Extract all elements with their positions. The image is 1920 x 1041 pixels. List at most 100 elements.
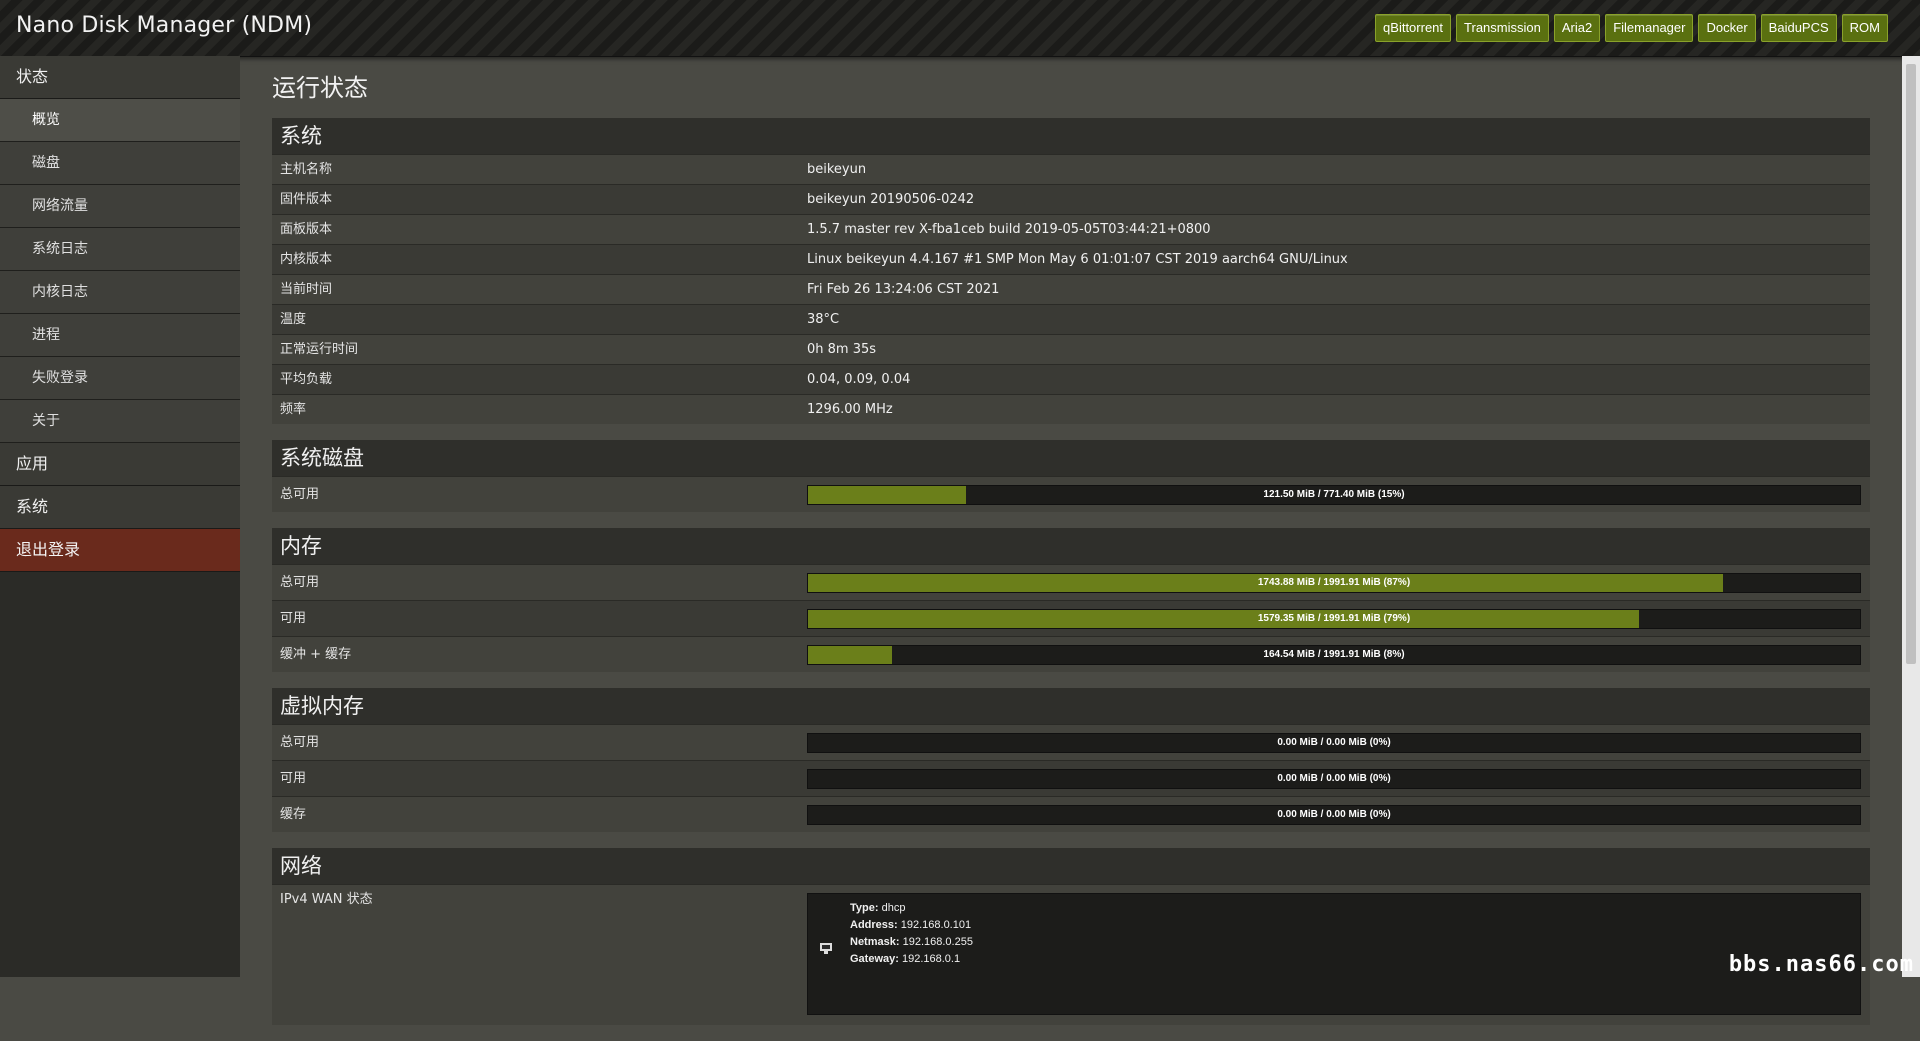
baidupcs-button[interactable]: BaiduPCS [1760,14,1837,42]
wan-type-value: dhcp [881,902,906,914]
frequency-label: 频率 [280,402,307,417]
docker-button[interactable]: Docker [1698,14,1756,42]
section-title: 内存 [272,528,1870,564]
mem-total-bar: 1743.88 MiB / 1991.91 MiB (87%) [807,573,1861,593]
filemanager-button[interactable]: Filemanager [1605,14,1694,42]
wan-status-label: IPv4 WAN 状态 [280,892,373,907]
watermark: bbs.nas66.com [1728,952,1914,977]
frequency-value: 1296.00 MHz [807,402,893,417]
hostname-value: beikeyun [807,162,867,177]
page-title: 运行状态 [272,74,368,102]
table-row: 可用 0.00 MiB / 0.00 MiB (0%) [272,760,1870,796]
table-row: 总可用 0.00 MiB / 0.00 MiB (0%) [272,724,1870,760]
mem-cache-label: 缓冲 + 缓存 [280,647,352,662]
uptime-label: 正常运行时间 [280,342,359,357]
sidebar-item-processes[interactable]: 进程 [0,314,240,357]
sidebar-item-kernel-log[interactable]: 内核日志 [0,271,240,314]
memory-section: 内存 总可用 1743.88 MiB / 1991.91 MiB (87%) 可… [272,528,1870,672]
table-row: 温度 38°C [272,304,1870,334]
kernel-value: Linux beikeyun 4.4.167 #1 SMP Mon May 6 … [807,252,1348,267]
kernel-label: 内核版本 [280,252,333,267]
sidebar: 状态 概览 磁盘 网络流量 系统日志 内核日志 进程 失败登录 关于 应用 系统… [0,56,240,977]
transmission-button[interactable]: Transmission [1456,14,1549,42]
app-title[interactable]: Nano Disk Manager (NDM) [16,13,312,38]
table-row: 当前时间 Fri Feb 26 13:24:06 CST 2021 [272,274,1870,304]
disk-usage-bar: 121.50 MiB / 771.40 MiB (15%) [807,485,1861,505]
qbittorrent-button[interactable]: qBittorrent [1375,14,1452,42]
table-row: 缓存 0.00 MiB / 0.00 MiB (0%) [272,796,1870,832]
sidebar-item-apps[interactable]: 应用 [0,443,240,486]
table-row: 固件版本 beikeyun 20190506-0242 [272,184,1870,214]
app-links: qBittorrent Transmission Aria2 Filemanag… [1375,14,1888,42]
mem-total-label: 总可用 [280,575,320,590]
sidebar-item-overview[interactable]: 概览 [0,99,240,142]
logout-button[interactable]: 退出登录 [0,529,240,572]
top-header: Nano Disk Manager (NDM) qBittorrent Tran… [0,0,1920,57]
swap-cache-bar: 0.00 MiB / 0.00 MiB (0%) [807,805,1861,825]
disk-section: 系统磁盘 总可用 121.50 MiB / 771.40 MiB (15%) [272,440,1870,512]
sidebar-item-syslog[interactable]: 系统日志 [0,228,240,271]
firmware-label: 固件版本 [280,192,333,207]
swap-free-bar: 0.00 MiB / 0.00 MiB (0%) [807,769,1861,789]
sidebar-item-status[interactable]: 状态 [0,56,240,99]
mem-free-text: 1579.35 MiB / 1991.91 MiB (79%) [1257,613,1411,624]
swap-cache-label: 缓存 [280,807,307,822]
section-title: 网络 [272,848,1870,884]
rom-button[interactable]: ROM [1841,14,1888,42]
network-section: 网络 IPv4 WAN 状态 Type: dhcp Address: 192.1… [272,848,1870,1025]
firmware-value: beikeyun 20190506-0242 [807,192,975,207]
swap-free-text: 0.00 MiB / 0.00 MiB (0%) [1277,773,1391,784]
sidebar-item-traffic[interactable]: 网络流量 [0,185,240,228]
panel-version-value: 1.5.7 master rev X-fba1ceb build 2019-05… [807,222,1211,237]
table-row: 面板版本 1.5.7 master rev X-fba1ceb build 201… [272,214,1870,244]
aria2-button[interactable]: Aria2 [1553,14,1601,42]
swap-total-bar: 0.00 MiB / 0.00 MiB (0%) [807,733,1861,753]
wan-netmask-value: 192.168.0.255 [902,936,973,948]
table-row: 可用 1579.35 MiB / 1991.91 MiB (79%) [272,600,1870,636]
mem-free-bar: 1579.35 MiB / 1991.91 MiB (79%) [807,609,1861,629]
mem-total-text: 1743.88 MiB / 1991.91 MiB (87%) [1257,577,1411,588]
page-scrollbar[interactable] [1902,56,1920,977]
uptime-value: 0h 8m 35s [807,342,877,357]
table-row: 总可用 1743.88 MiB / 1991.91 MiB (87%) [272,564,1870,600]
time-value: Fri Feb 26 13:24:06 CST 2021 [807,282,1000,297]
wan-details: Type: dhcp Address: 192.168.0.101 Netmas… [850,902,973,965]
table-row: 缓冲 + 缓存 164.54 MiB / 1991.91 MiB (8%) [272,636,1870,672]
swap-section: 虚拟内存 总可用 0.00 MiB / 0.00 MiB (0%) 可用 0.0… [272,688,1870,832]
section-title: 系统磁盘 [272,440,1870,476]
table-row: 平均负载 0.04, 0.09, 0.04 [272,364,1870,394]
table-row: IPv4 WAN 状态 Type: dhcp Address: 192.168.… [272,884,1870,1025]
table-row: 内核版本 Linux beikeyun 4.4.167 #1 SMP Mon Ma… [272,244,1870,274]
wan-address-value: 192.168.0.101 [900,919,972,931]
section-title: 虚拟内存 [272,688,1870,724]
mem-cache-bar: 164.54 MiB / 1991.91 MiB (8%) [807,645,1861,665]
swap-free-label: 可用 [280,771,307,786]
disk-usage-text: 121.50 MiB / 771.40 MiB (15%) [1263,489,1405,500]
table-row: 频率 1296.00 MHz [272,394,1870,424]
wan-status-box: Type: dhcp Address: 192.168.0.101 Netmas… [807,893,1861,1015]
hostname-label: 主机名称 [280,162,333,177]
load-value: 0.04, 0.09, 0.04 [807,372,911,387]
panel-version-label: 面板版本 [280,222,333,237]
sidebar-item-failed-login[interactable]: 失败登录 [0,357,240,400]
swap-total-label: 总可用 [280,735,320,750]
temperature-label: 温度 [280,312,307,327]
table-row: 主机名称 beikeyun [272,154,1870,184]
time-label: 当前时间 [280,282,333,297]
mem-free-label: 可用 [280,611,307,626]
main-content: 运行状态 系统 主机名称 beikeyun 固件版本 beikeyun 201905… [272,56,1870,1041]
disk-total-label: 总可用 [280,487,320,502]
sidebar-item-system[interactable]: 系统 [0,486,240,529]
table-row: 正常运行时间 0h 8m 35s [272,334,1870,364]
load-label: 平均负载 [280,372,333,387]
wan-gateway-value: 192.168.0.1 [901,953,961,965]
system-section: 系统 主机名称 beikeyun 固件版本 beikeyun 20190506-02… [272,118,1870,424]
sidebar-item-about[interactable]: 关于 [0,400,240,443]
temperature-value: 38°C [807,312,840,327]
table-row: 总可用 121.50 MiB / 771.40 MiB (15%) [272,476,1870,512]
mem-cache-text: 164.54 MiB / 1991.91 MiB (8%) [1263,649,1405,660]
swap-cache-text: 0.00 MiB / 0.00 MiB (0%) [1277,809,1391,820]
section-title: 系统 [272,118,1870,154]
scrollbar-thumb[interactable] [1906,64,1916,664]
sidebar-item-disk[interactable]: 磁盘 [0,142,240,185]
